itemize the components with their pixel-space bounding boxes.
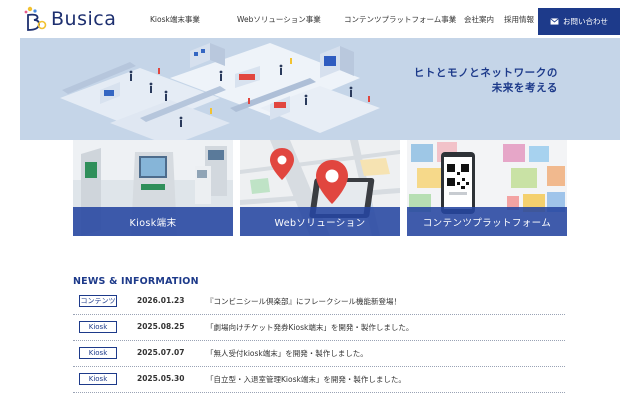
news-category-badge: Kiosk bbox=[79, 373, 117, 385]
brand-logo[interactable]: Busica bbox=[22, 4, 122, 34]
card-content-platform-label: コンテンツプラットフォーム bbox=[407, 207, 567, 236]
news-headline-link[interactable]: 「自立型・入退室管理Kiosk端末」を開発・製作しました。 bbox=[206, 374, 406, 385]
nav-kiosk[interactable]: Kiosk端末事業 bbox=[150, 14, 200, 25]
news-item[interactable]: Kiosk 2025.05.30 「自立型・入退室管理Kiosk端末」を開発・製… bbox=[73, 367, 565, 393]
news-headline-link[interactable]: 「無人受付kiosk端末」を開発・製作しました。 bbox=[206, 348, 368, 359]
news-item[interactable]: Kiosk 2025.08.25 「劇場向けチケット発券Kiosk端末」を開発・… bbox=[73, 315, 565, 341]
news-headline-link[interactable]: 『コンビニシール倶楽部』にフレークシール機能新登場！ bbox=[206, 296, 401, 307]
nav-recruit[interactable]: 採用情報 bbox=[504, 14, 534, 25]
nav-company[interactable]: 会社案内 bbox=[464, 14, 494, 25]
news-headline-link[interactable]: 「劇場向けチケット発券Kiosk端末」を開発・製作しました。 bbox=[206, 322, 413, 333]
hero-tagline-line2: 未来を考える bbox=[491, 82, 558, 94]
news-date: 2025.07.07 bbox=[137, 348, 185, 357]
site-header: Busica Kiosk端末事業 Webソリューション事業 コンテンツプラットフ… bbox=[0, 0, 640, 38]
contact-button-label: お問い合わせ bbox=[563, 17, 608, 26]
card-kiosk-label: Kiosk端末 bbox=[73, 207, 233, 236]
brand-name: Busica bbox=[51, 8, 117, 30]
news-item[interactable]: Kiosk 2025.07.07 「無人受付kiosk端末」を開発・製作しました… bbox=[73, 341, 565, 367]
news-date: 2025.05.30 bbox=[137, 374, 185, 383]
news-category-badge: Kiosk bbox=[79, 321, 117, 333]
news-section-title: NEWS & INFORMATION bbox=[73, 276, 199, 287]
contact-button[interactable]: お問い合わせ bbox=[538, 8, 620, 35]
busica-logo-icon bbox=[24, 6, 47, 31]
card-web-solution[interactable]: Webソリューション bbox=[240, 140, 400, 236]
hero-tagline: ヒトとモノとネットワークの 未来を考える bbox=[414, 66, 558, 96]
news-date: 2025.08.25 bbox=[137, 322, 185, 331]
hero-banner: ヒトとモノとネットワークの 未来を考える bbox=[20, 38, 620, 140]
news-item[interactable]: コンテンツ 2026.01.23 『コンビニシール倶楽部』にフレークシール機能新… bbox=[73, 289, 565, 315]
hero-tagline-line1: ヒトとモノとネットワークの bbox=[413, 67, 558, 79]
envelope-icon bbox=[550, 18, 559, 25]
nav-content-platform[interactable]: コンテンツプラットフォーム事業 bbox=[344, 14, 456, 25]
news-category-badge: Kiosk bbox=[79, 347, 117, 359]
nav-web-solution[interactable]: Webソリューション事業 bbox=[237, 14, 321, 25]
card-web-solution-label: Webソリューション bbox=[240, 207, 400, 236]
news-date: 2026.01.23 bbox=[137, 296, 185, 305]
card-content-platform[interactable]: コンテンツプラットフォーム bbox=[407, 140, 567, 236]
news-category-badge: コンテンツ bbox=[79, 295, 117, 307]
card-kiosk[interactable]: Kiosk端末 bbox=[73, 140, 233, 236]
